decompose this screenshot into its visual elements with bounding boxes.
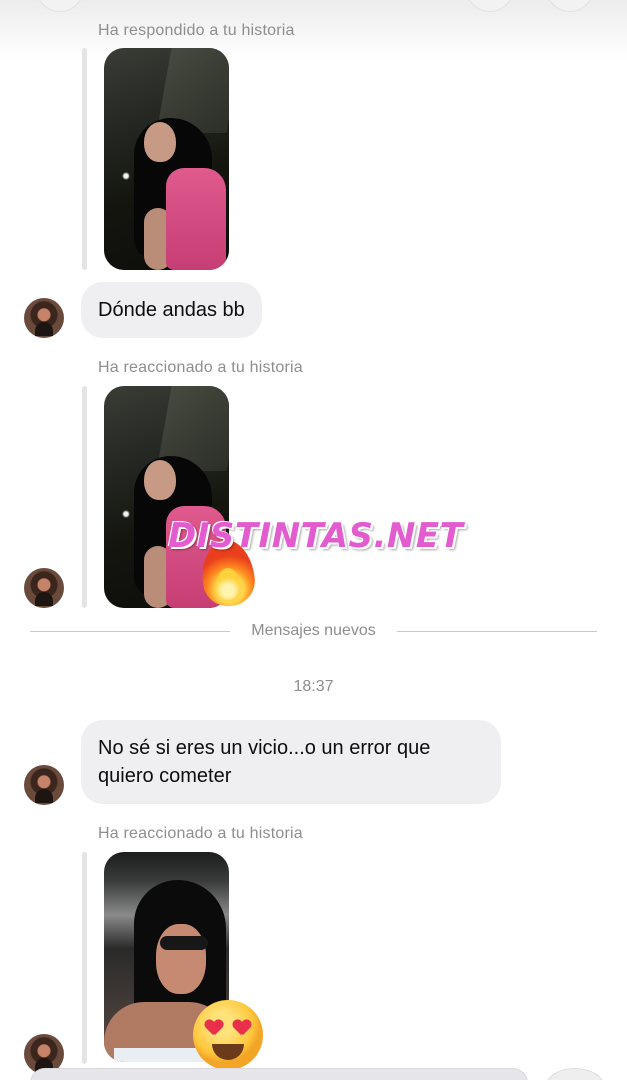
heart-eyes-reaction-icon bbox=[193, 1000, 263, 1070]
message-input[interactable] bbox=[30, 1068, 528, 1080]
message-bubble[interactable]: Dónde andas bb bbox=[81, 282, 262, 338]
story-thumbnail[interactable] bbox=[104, 48, 229, 270]
watermark: DISTINTAS.NET bbox=[168, 516, 464, 556]
composer-action-button[interactable] bbox=[546, 1068, 604, 1080]
avatar[interactable] bbox=[24, 568, 64, 608]
story-reaction-bar bbox=[82, 852, 87, 1064]
message-bubble[interactable]: No sé si eres un vicio...o un error que … bbox=[81, 720, 501, 804]
message-timestamp: 18:37 bbox=[293, 678, 334, 695]
header-fade bbox=[0, 0, 627, 60]
avatar[interactable] bbox=[24, 298, 64, 338]
story-reaction-label: Ha reaccionado a tu historia bbox=[98, 359, 303, 376]
story-reply-label: Ha respondido a tu historia bbox=[98, 22, 295, 39]
story-reaction-bar bbox=[82, 386, 87, 608]
story-reply-bar bbox=[82, 48, 87, 270]
new-messages-divider: Mensajes nuevos bbox=[251, 622, 376, 639]
story-reaction-label: Ha reaccionado a tu historia bbox=[98, 825, 303, 842]
avatar[interactable] bbox=[24, 765, 64, 805]
